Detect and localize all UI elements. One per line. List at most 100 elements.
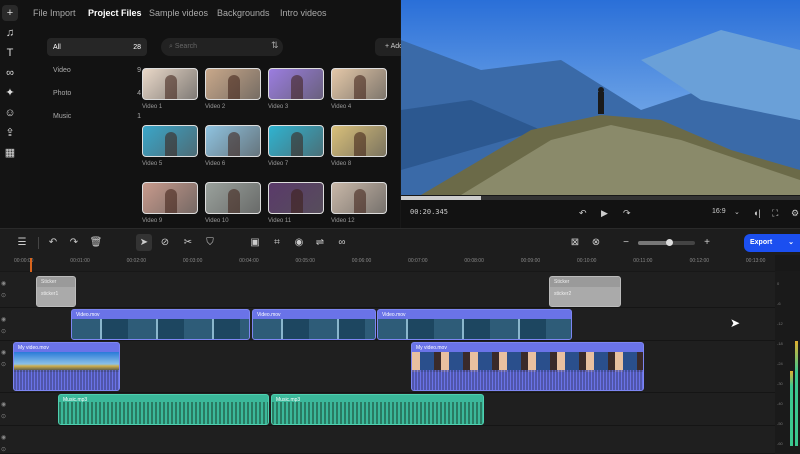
media-thumbnail[interactable]: [205, 68, 261, 100]
video-clip[interactable]: Video.mov: [252, 309, 376, 340]
sticker-clip[interactable]: Sticker sticker2: [549, 276, 621, 307]
video-preview[interactable]: [401, 0, 800, 195]
lock-icon[interactable]: ⊙: [1, 361, 6, 368]
video-clip[interactable]: Video.mov: [71, 309, 250, 340]
media-thumbnail[interactable]: [205, 125, 261, 157]
category-photo[interactable]: Photo 4: [47, 84, 147, 102]
lock-icon[interactable]: ⊙: [1, 413, 6, 420]
lock-icon[interactable]: ⊙: [1, 292, 6, 299]
sticker-clip[interactable]: Sticker sticker1: [36, 276, 76, 307]
zoom-slider-knob[interactable]: [666, 239, 674, 246]
export-button[interactable]: Export ⌄: [744, 234, 800, 252]
chevron-down-icon[interactable]: ⌄: [788, 234, 794, 252]
music-icon[interactable]: ♫: [2, 25, 18, 41]
select-icon[interactable]: ➤: [136, 234, 152, 251]
video-clip[interactable]: My video.mov: [13, 342, 120, 391]
search-input[interactable]: ⌕ Search: [161, 38, 283, 56]
category-video[interactable]: Video 9: [47, 61, 147, 79]
speed-icon[interactable]: ◉: [292, 237, 306, 248]
lock-icon[interactable]: ⊙: [1, 328, 6, 335]
delete-icon[interactable]: 🗑: [89, 237, 103, 248]
divider: [38, 237, 39, 249]
crop-icon[interactable]: ⌗: [270, 237, 284, 248]
media-thumbnail[interactable]: [142, 68, 198, 100]
tab-sample-videos[interactable]: Sample videos: [149, 8, 208, 18]
media-label: Video 9: [142, 218, 163, 224]
timeline-track: [0, 426, 775, 454]
ruler-label: 00:04:00: [239, 258, 259, 264]
undo-icon[interactable]: ↶: [46, 237, 60, 248]
tab-file-import[interactable]: File Import: [33, 8, 76, 18]
ruler-label: 00:07:00: [408, 258, 428, 264]
tab-backgrounds[interactable]: Backgrounds: [217, 8, 270, 18]
forward-icon[interactable]: ↷: [623, 208, 631, 219]
media-thumbnail[interactable]: [142, 182, 198, 214]
redo-icon[interactable]: ↷: [67, 237, 81, 248]
media-label: Video 1: [142, 104, 163, 110]
transition-icon[interactable]: ∞: [2, 65, 18, 81]
volume-icon[interactable]: ◖|: [753, 208, 761, 218]
media-thumbnail[interactable]: [268, 125, 324, 157]
ruler-label: 00:11:00: [633, 258, 653, 264]
chevron-down-icon[interactable]: ⌄: [734, 208, 740, 216]
media-thumbnail[interactable]: [331, 182, 387, 214]
tab-project-files[interactable]: Project Files: [88, 8, 142, 18]
razor-icon[interactable]: ⊘: [158, 237, 172, 248]
zoom-slider-fill: [638, 241, 670, 245]
person-figure: [354, 132, 366, 156]
fullscreen-icon[interactable]: ⛶: [772, 208, 778, 219]
category-label: All: [53, 43, 61, 51]
unlink-icon[interactable]: ⊗: [589, 237, 603, 248]
caption-icon[interactable]: ▣: [248, 237, 262, 248]
aspect-ratio-select[interactable]: 16:9: [712, 208, 726, 215]
zoom-slider[interactable]: [638, 239, 695, 246]
transition-icon[interactable]: ∞: [335, 237, 349, 248]
media-thumbnail[interactable]: [268, 68, 324, 100]
person-figure: [291, 189, 303, 213]
marker-icon[interactable]: ⛉: [203, 237, 217, 248]
person-figure: [354, 75, 366, 99]
audio-clip[interactable]: Music.mp3: [271, 394, 484, 425]
video-clip[interactable]: My video.mov: [411, 342, 644, 391]
sort-icon[interactable]: ⇅: [271, 40, 279, 51]
clip-title: Sticker: [41, 279, 57, 285]
zoom-out-icon[interactable]: −: [619, 237, 633, 248]
cut-icon[interactable]: ✂: [181, 237, 195, 248]
text-icon[interactable]: T: [2, 45, 18, 61]
play-icon[interactable]: ▶: [601, 208, 608, 219]
adjust-icon[interactable]: ⇌: [313, 237, 327, 248]
time-ruler[interactable]: 00:00:00 00:01:00 00:02:00 00:03:00 00:04:00…: [0, 255, 775, 271]
rewind-icon[interactable]: ↶: [579, 208, 587, 219]
media-thumbnail[interactable]: [331, 125, 387, 157]
media-thumbnail[interactable]: [142, 125, 198, 157]
lock-icon[interactable]: ⊙: [1, 446, 6, 453]
zoom-in-icon[interactable]: +: [700, 237, 714, 248]
media-panel: All 28 Video 9 Photo 4 Music 1 ⌕ Search ⇅ + Add…: [20, 0, 413, 228]
add-track-icon[interactable]: ☰: [15, 237, 29, 248]
sticker-icon[interactable]: ☺: [2, 105, 18, 121]
export-icon[interactable]: ⇪: [2, 125, 18, 141]
eye-icon[interactable]: ◉: [1, 401, 6, 408]
media-thumbnail[interactable]: [268, 182, 324, 214]
tab-intro-videos[interactable]: Intro videos: [280, 8, 327, 18]
audio-waveform: [272, 402, 483, 424]
category-music[interactable]: Music 1: [47, 107, 147, 125]
category-all[interactable]: All 28: [47, 38, 147, 56]
eye-icon[interactable]: ◉: [1, 434, 6, 441]
eye-icon[interactable]: ◉: [1, 316, 6, 323]
media-thumbnail[interactable]: [205, 182, 261, 214]
effects-icon[interactable]: ✦: [2, 85, 18, 101]
eye-icon[interactable]: ◉: [1, 349, 6, 356]
audio-waveform: [59, 402, 268, 424]
templates-icon[interactable]: ▦: [2, 145, 18, 161]
settings-icon[interactable]: ⚙: [791, 208, 799, 219]
current-time: 00:20.345: [410, 208, 448, 216]
plus-icon[interactable]: +: [2, 5, 18, 21]
audio-clip[interactable]: Music.mp3: [58, 394, 269, 425]
eye-icon[interactable]: ◉: [1, 280, 6, 287]
video-clip[interactable]: Video.mov: [377, 309, 572, 340]
media-thumbnail[interactable]: [331, 68, 387, 100]
person-figure: [165, 189, 177, 213]
media-label: Video 6: [205, 161, 226, 167]
mute-icon[interactable]: ⊠: [568, 237, 582, 248]
